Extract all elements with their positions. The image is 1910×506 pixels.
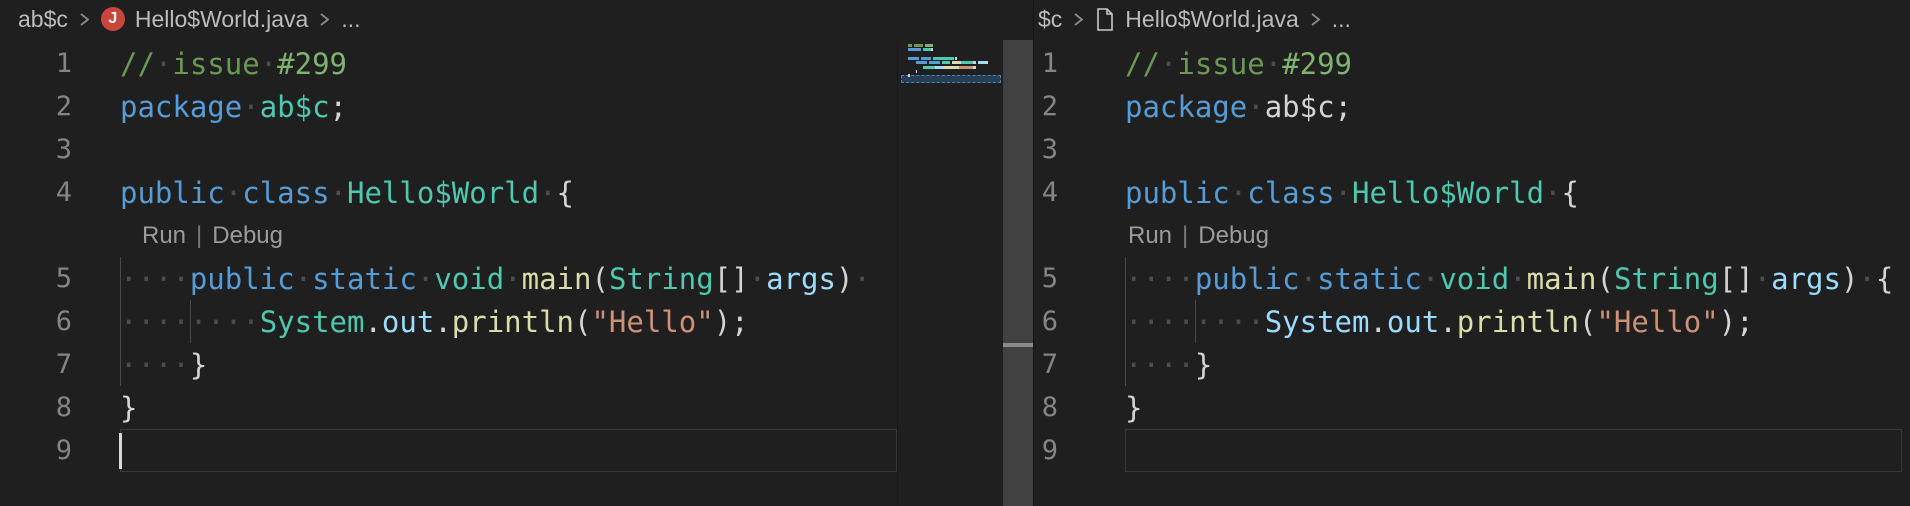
code-text: public·class·Hello$World·{ [120,176,574,210]
code-line[interactable]: 7 ····} [0,343,897,386]
code-text: ····public·static·void·main(String[]·arg… [120,262,871,296]
code-line[interactable]: 2 package·ab$c; [1034,85,1910,128]
code-text: public·class·Hello$World·{ [1125,176,1579,210]
code-line[interactable]: 6 ········System.out.println("Hello"); [1034,300,1910,343]
code-text: ····public·static·void·main(String[]·arg… [1125,262,1893,296]
chevron-right-icon [1309,11,1322,28]
minimap-line [908,48,933,51]
code-text: } [120,391,137,425]
minimap-line [908,61,990,64]
minimap-line [908,66,976,69]
code-text: ····} [120,348,207,382]
minimap-line [908,70,917,73]
minimap-current-line [901,75,1001,83]
codelens-debug-link[interactable]: Debug [1198,222,1269,249]
line-number[interactable]: 9 [0,435,72,466]
line-number[interactable]: 7 [0,349,72,380]
line-number[interactable]: 6 [1034,306,1058,337]
codelens-debug-link[interactable]: Debug [212,222,283,249]
breadcrumb-overflow[interactable]: ... [341,6,360,33]
code-text: ········System.out.println("Hello"); [1125,305,1754,339]
code-text: //·issue·#299 [120,47,347,81]
line-number[interactable]: 3 [1034,134,1058,165]
line-number[interactable]: 9 [1034,435,1058,466]
minimap[interactable] [897,42,1003,506]
current-line-highlight [1125,429,1902,472]
code-text: ····} [1125,348,1212,382]
code-line[interactable]: 6 ········System.out.println("Hello"); [0,300,897,343]
code-line[interactable]: 3 [0,128,897,171]
codelens-separator: | [186,222,212,249]
overview-ruler-cursor-mark [1003,343,1033,347]
line-number[interactable]: 8 [0,392,72,423]
code-line[interactable]: 5 ····public·static·void·main(String[]·ar… [1034,257,1910,300]
breadcrumb: ab$c J Hello$World.java ... [0,0,1003,38]
line-number[interactable]: 6 [0,306,72,337]
chevron-right-icon [318,11,331,28]
code-area[interactable]: 1 //·issue·#299 2 package·ab$c; 3 4 public·cla… [0,42,897,472]
breadcrumb-folder[interactable]: ab$c [18,6,68,33]
indent-guide [190,300,191,343]
code-text: //·issue·#299 [1125,47,1352,81]
line-number[interactable]: 1 [1034,48,1058,79]
scrollbar-divider[interactable] [1003,40,1033,506]
code-line[interactable]: 7 ····} [1034,343,1910,386]
code-line[interactable]: 4 public·class·Hello$World·{ [1034,171,1910,214]
code-line[interactable]: 1 //·issue·#299 [0,42,897,85]
line-number[interactable]: 5 [1034,263,1058,294]
indent-guide [120,257,121,386]
chevron-right-icon [1072,11,1085,28]
code-line[interactable]: 4 public·class·Hello$World·{ [0,171,897,214]
breadcrumb-file[interactable]: Hello$World.java [1125,6,1298,33]
minimap-line [908,57,957,60]
line-number[interactable]: 4 [0,177,72,208]
code-line[interactable]: 8} [1034,386,1910,429]
code-line[interactable]: 2 package·ab$c; [0,85,897,128]
code-text: package·ab$c; [1125,90,1352,124]
codelens-row: Run|Debug [0,214,897,257]
code-area[interactable]: 1 //·issue·#299 2 package·ab$c; 3 4 public·cla… [1034,42,1910,472]
codelens-run-link[interactable]: Run [1128,222,1172,249]
codelens-separator: | [1172,222,1198,249]
file-icon [1095,7,1115,32]
breadcrumb-folder[interactable]: $c [1038,6,1062,33]
breadcrumb: $c Hello$World.java ... [1034,0,1910,38]
code-line[interactable]: 8} [0,386,897,429]
current-line-highlight [120,429,897,472]
indent-guide [1195,300,1196,343]
line-number[interactable]: 8 [1034,392,1058,423]
line-number[interactable]: 1 [0,48,72,79]
code-line[interactable]: 5 ····public·static·void·main(String[]·ar… [0,257,897,300]
editor-window: ab$c J Hello$World.java ... 1 //·issue·#2… [0,0,1910,506]
line-number[interactable]: 5 [0,263,72,294]
chevron-right-icon [78,11,91,28]
code-line[interactable]: 1 //·issue·#299 [1034,42,1910,85]
minimap-line [908,44,933,47]
code-text: } [1125,391,1142,425]
indent-guide [1125,257,1126,386]
codelens-row: Run|Debug [1034,214,1910,257]
java-file-icon: J [101,7,125,31]
editor-pane-left: ab$c J Hello$World.java ... 1 //·issue·#2… [0,0,1003,506]
codelens-run-link[interactable]: Run [142,222,186,249]
line-number[interactable]: 2 [1034,91,1058,122]
line-number[interactable]: 2 [0,91,72,122]
line-number[interactable]: 7 [1034,349,1058,380]
breadcrumb-overflow[interactable]: ... [1332,6,1351,33]
minimap-line [908,74,910,77]
code-line[interactable]: 3 [1034,128,1910,171]
line-number[interactable]: 3 [0,134,72,165]
code-text: package·ab$c; [120,90,347,124]
text-cursor [119,433,122,469]
line-number[interactable]: 4 [1034,177,1058,208]
breadcrumb-file[interactable]: Hello$World.java [135,6,308,33]
editor-pane-right: $c Hello$World.java ... 1 //·issue·#299 2 p… [1033,0,1910,506]
code-text: ········System.out.println("Hello"); [120,305,749,339]
